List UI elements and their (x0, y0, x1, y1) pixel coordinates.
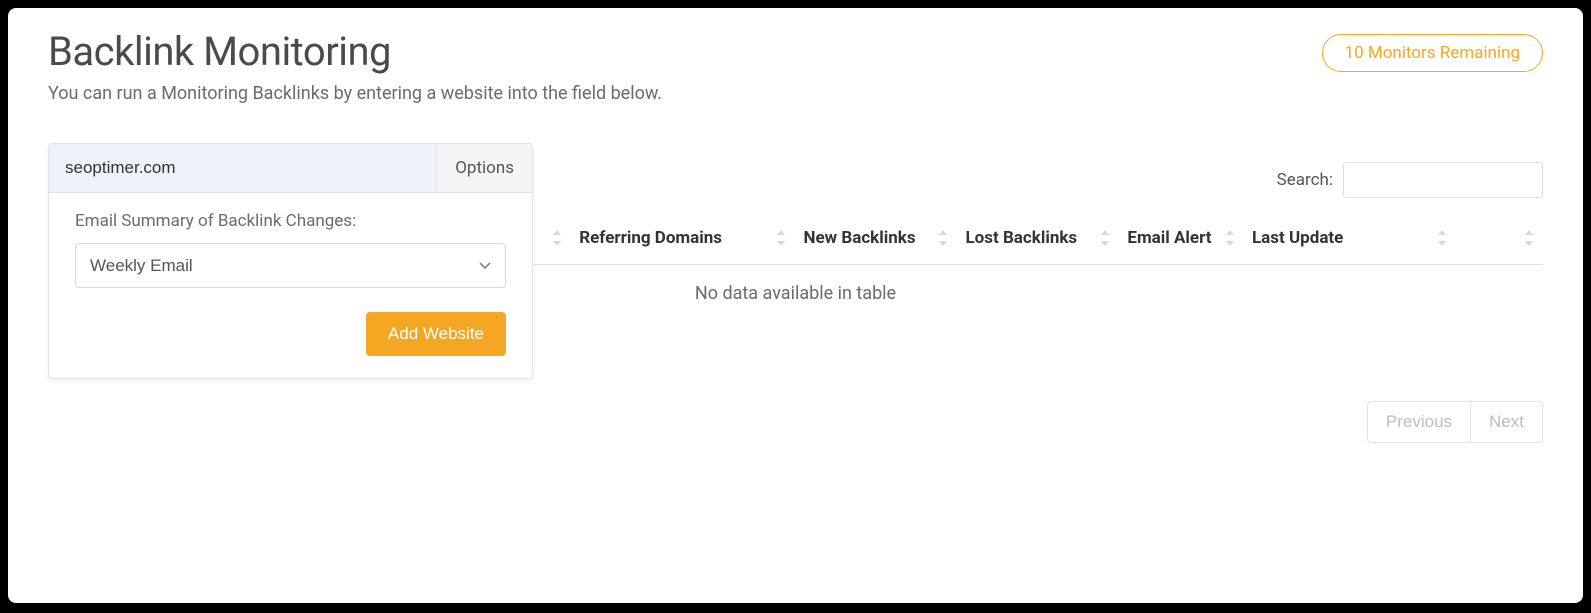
pagination: Previous Next (48, 401, 1543, 443)
add-website-button[interactable]: Add Website (366, 312, 506, 356)
page-container: Backlink Monitoring 10 Monitors Remainin… (8, 8, 1583, 603)
column-new-label: New Backlinks (803, 228, 915, 248)
sort-icon (1436, 230, 1448, 246)
sort-icon (1099, 230, 1111, 246)
email-frequency-select[interactable]: Weekly Email (75, 243, 506, 288)
column-new-backlinks[interactable]: New Backlinks (795, 216, 957, 265)
column-update-label: Last Update (1252, 228, 1343, 248)
column-referring-domains[interactable]: Referring Domains (571, 216, 795, 265)
search-label: Search: (1277, 170, 1333, 190)
add-website-panel: Options Email Summary of Backlink Change… (48, 143, 533, 379)
previous-button[interactable]: Previous (1367, 401, 1471, 443)
column-lost-backlinks[interactable]: Lost Backlinks (957, 216, 1119, 265)
column-lost-label: Lost Backlinks (965, 228, 1077, 248)
header-row: Backlink Monitoring 10 Monitors Remainin… (48, 28, 1543, 75)
column-referring-label: Referring Domains (579, 228, 722, 248)
column-email-alert[interactable]: Email Alert (1119, 216, 1244, 265)
search-input[interactable] (1343, 162, 1543, 198)
panel-footer: Add Website (75, 312, 506, 356)
monitors-remaining-badge: 10 Monitors Remaining (1322, 34, 1543, 72)
sort-icon (937, 230, 949, 246)
column-email-label: Email Alert (1127, 228, 1211, 248)
next-button[interactable]: Next (1471, 401, 1543, 443)
page-subtitle: You can run a Monitoring Backlinks by en… (48, 83, 1543, 104)
website-input[interactable] (49, 144, 436, 192)
sort-icon (1224, 230, 1236, 246)
options-toggle[interactable]: Options (436, 144, 532, 192)
page-title: Backlink Monitoring (48, 28, 391, 75)
sort-icon (1523, 230, 1535, 246)
sort-icon (551, 230, 563, 246)
column-actions[interactable] (1456, 216, 1543, 265)
sort-icon (775, 230, 787, 246)
email-summary-label: Email Summary of Backlink Changes: (75, 211, 506, 231)
column-last-update[interactable]: Last Update (1244, 216, 1456, 265)
panel-header: Options (49, 144, 532, 193)
panel-body: Email Summary of Backlink Changes: Weekl… (49, 193, 532, 378)
